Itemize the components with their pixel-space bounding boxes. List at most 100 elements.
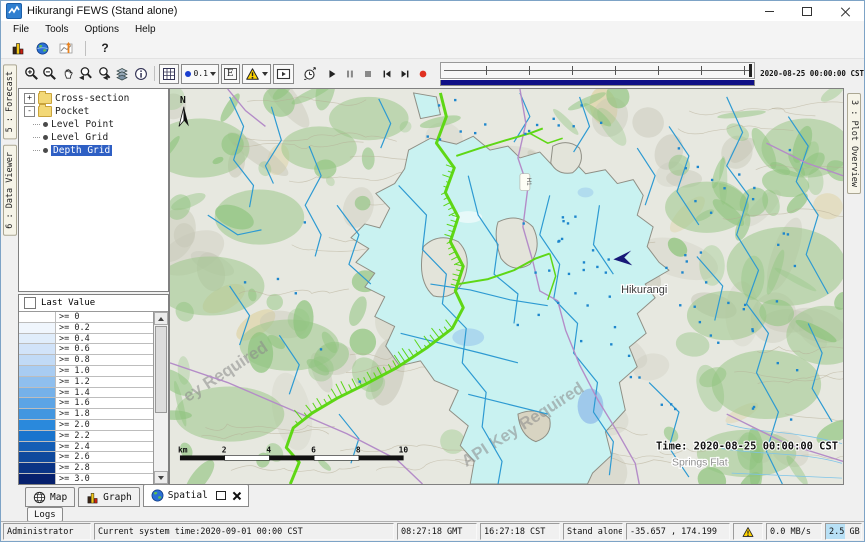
maximize-button[interactable] bbox=[788, 1, 826, 21]
threshold-dropdown[interactable]: 0.1 bbox=[181, 64, 218, 84]
timeline-handle[interactable] bbox=[749, 64, 752, 77]
legend-row[interactable]: >= 1.4 bbox=[19, 388, 153, 399]
tree-item-level-grid[interactable]: Level Grid bbox=[19, 131, 168, 144]
tab-graph[interactable]: Graph bbox=[78, 487, 140, 507]
grid-display-button[interactable] bbox=[159, 64, 179, 84]
legend-row[interactable]: >= 2.0 bbox=[19, 420, 153, 431]
tab-map[interactable]: Map bbox=[25, 487, 75, 507]
scroll-up-button[interactable] bbox=[154, 312, 168, 325]
zoom-out-button[interactable] bbox=[40, 63, 58, 85]
legend-row[interactable]: >= 2.4 bbox=[19, 442, 153, 453]
first-frame-button[interactable] bbox=[377, 63, 395, 85]
legend-scrollbar[interactable] bbox=[154, 312, 168, 484]
tab-spatial[interactable]: Spatial bbox=[143, 484, 249, 507]
legend-row[interactable]: >= 1.6 bbox=[19, 398, 153, 409]
record-button[interactable] bbox=[414, 63, 432, 85]
legend-title: Last Value bbox=[41, 298, 95, 308]
timeline-slider[interactable] bbox=[440, 62, 755, 86]
expand-toggle-icon[interactable]: + bbox=[24, 93, 35, 104]
zoom-previous-icon bbox=[78, 66, 93, 81]
spatial-display-button[interactable] bbox=[57, 40, 75, 56]
tree-item-depth-grid[interactable]: Depth Grid bbox=[19, 144, 168, 157]
stop-icon bbox=[362, 68, 374, 80]
database-button[interactable] bbox=[9, 40, 27, 56]
tree-item-pocket[interactable]: - Pocket bbox=[19, 105, 168, 118]
legend-row-label: >= 0 bbox=[56, 312, 153, 322]
menu-options[interactable]: Options bbox=[76, 23, 126, 36]
globe-icon bbox=[151, 489, 164, 502]
time-navigator-button[interactable] bbox=[301, 63, 319, 85]
zoom-next-button[interactable] bbox=[95, 63, 113, 85]
tab-data-viewer[interactable]: 6 : Data Viewer bbox=[3, 145, 17, 236]
info-icon bbox=[134, 67, 148, 81]
scroll-down-button[interactable] bbox=[154, 471, 168, 484]
legend-row[interactable]: >= 1.2 bbox=[19, 377, 153, 388]
thresholds-warning-dropdown[interactable] bbox=[242, 64, 271, 84]
window-title: Hikurangi FEWS (Stand alone) bbox=[27, 5, 177, 17]
scale-tick: 10 bbox=[399, 446, 409, 455]
scrollbar-track[interactable] bbox=[154, 325, 168, 471]
toolbar-separator bbox=[154, 66, 155, 81]
tab-spatial-label: Spatial bbox=[168, 490, 208, 501]
legend-row[interactable]: >= 1.8 bbox=[19, 409, 153, 420]
main-toolbar: ? bbox=[1, 38, 864, 59]
collapse-toggle-icon[interactable]: - bbox=[24, 106, 35, 117]
record-icon bbox=[417, 68, 429, 80]
tab-plot-overview[interactable]: 3 : Plot Overview bbox=[847, 93, 861, 194]
zoom-in-button[interactable] bbox=[22, 63, 40, 85]
help-icon: ? bbox=[101, 41, 108, 55]
last-frame-button[interactable] bbox=[396, 63, 414, 85]
pause-button[interactable] bbox=[341, 63, 359, 85]
legend-row[interactable]: >= 0.6 bbox=[19, 344, 153, 355]
status-user: Administrator bbox=[3, 523, 91, 540]
status-warning-indicator[interactable] bbox=[733, 523, 763, 540]
tree-item-level-point[interactable]: Level Point bbox=[19, 118, 168, 131]
warning-icon bbox=[742, 526, 754, 538]
legend-row[interactable]: >= 2.2 bbox=[19, 431, 153, 442]
timeline-track[interactable] bbox=[440, 62, 755, 79]
spatial-display-icon bbox=[59, 41, 73, 55]
logs-button[interactable]: Logs bbox=[27, 507, 63, 522]
legend-row[interactable]: >= 3.0 bbox=[19, 474, 153, 484]
close-button[interactable] bbox=[826, 1, 864, 21]
scrollbar-thumb[interactable] bbox=[155, 326, 167, 413]
legend-row[interactable]: >= 2.6 bbox=[19, 452, 153, 463]
layers-button[interactable] bbox=[113, 63, 131, 85]
legend-color-swatch bbox=[19, 398, 56, 408]
folder-icon bbox=[38, 106, 52, 117]
menu-tools[interactable]: Tools bbox=[37, 23, 76, 36]
zoom-previous-button[interactable] bbox=[77, 63, 95, 85]
menu-file[interactable]: File bbox=[5, 23, 37, 36]
pan-hand-icon bbox=[61, 67, 75, 81]
status-bar: Administrator Current system time:2020-0… bbox=[1, 521, 864, 541]
map-canvas[interactable]: ey Required API Key Required bbox=[170, 89, 843, 484]
minimize-button[interactable] bbox=[750, 1, 788, 21]
legend-row[interactable]: >= 1.0 bbox=[19, 366, 153, 377]
play-button[interactable] bbox=[323, 63, 341, 85]
stop-button[interactable] bbox=[359, 63, 377, 85]
legend-row-label: >= 0.8 bbox=[56, 355, 153, 365]
info-button[interactable] bbox=[131, 63, 149, 85]
menu-help[interactable]: Help bbox=[127, 23, 164, 36]
help-button[interactable]: ? bbox=[96, 40, 114, 56]
movie-player-button[interactable] bbox=[273, 64, 294, 84]
grid-icon bbox=[162, 67, 176, 81]
legend-row[interactable]: >= 0.2 bbox=[19, 323, 153, 334]
legend-button[interactable]: E bbox=[221, 64, 240, 84]
legend-row[interactable]: >= 0.8 bbox=[19, 355, 153, 366]
tab-restore-icon[interactable] bbox=[216, 491, 226, 500]
application-window: Hikurangi FEWS (Stand alone) File Tools … bbox=[0, 0, 865, 542]
threshold-dot-icon bbox=[184, 70, 192, 78]
left-panel: + Cross-section - Pocket Level P bbox=[18, 88, 169, 485]
tab-close-icon[interactable] bbox=[232, 491, 241, 500]
legend-row[interactable]: >= 0.4 bbox=[19, 334, 153, 345]
legend-header: Last Value bbox=[19, 295, 168, 311]
last-value-checkbox[interactable] bbox=[24, 297, 36, 309]
map-globe-button[interactable] bbox=[33, 40, 51, 56]
legend-row[interactable]: >= 0 bbox=[19, 312, 153, 323]
legend-row[interactable]: >= 2.8 bbox=[19, 463, 153, 474]
map-viewport[interactable]: ey Required API Key Required bbox=[169, 88, 844, 485]
pan-button[interactable] bbox=[58, 63, 76, 85]
tab-forecast[interactable]: 5 : Forecast bbox=[3, 64, 17, 139]
scale-tick: 8 bbox=[356, 446, 361, 455]
